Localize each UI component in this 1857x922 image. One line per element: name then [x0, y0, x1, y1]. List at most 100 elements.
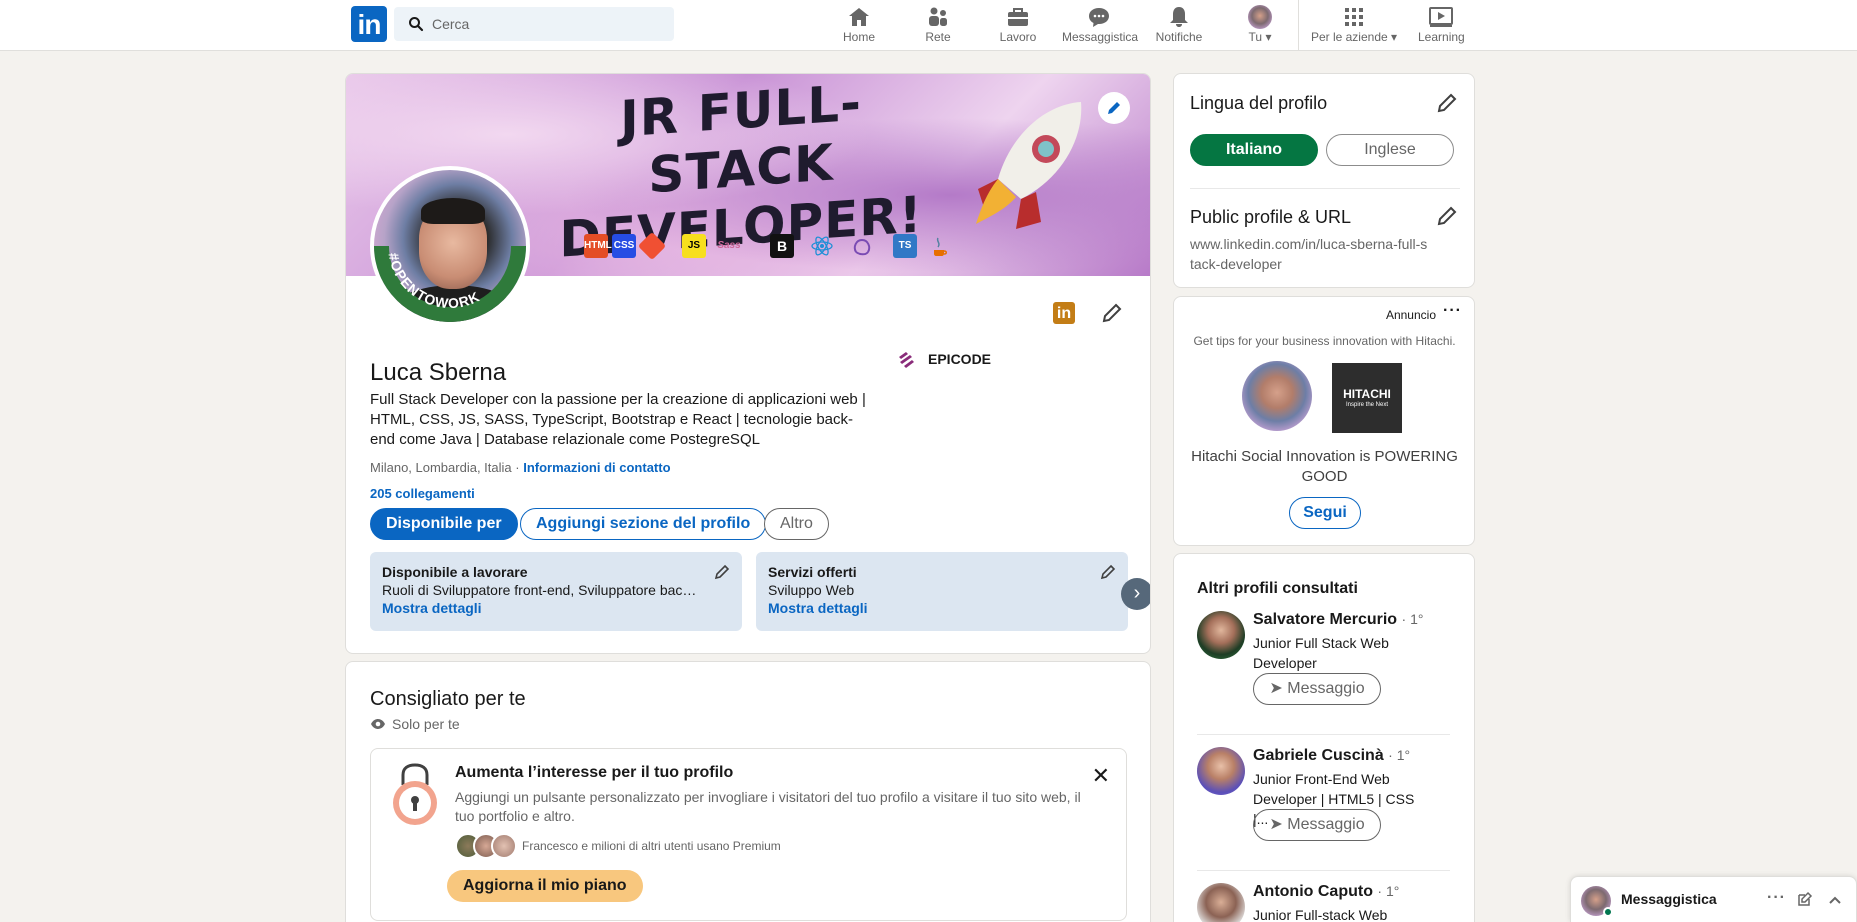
divider [1197, 870, 1450, 871]
avatar [1197, 747, 1245, 795]
premium-promo: Aumenta l’interesse per il tuo profilo A… [370, 748, 1127, 921]
language-italiano-pill[interactable]: Italiano [1190, 134, 1318, 166]
next-arrow-button[interactable]: › [1121, 578, 1150, 610]
nav-for-business-label: Per le aziende ▾ [1310, 30, 1398, 44]
send-icon: ➤ [1269, 680, 1283, 697]
compose-icon[interactable] [1797, 891, 1813, 907]
avatar [1248, 5, 1272, 29]
show-details-link[interactable]: Mostra dettagli [382, 600, 730, 616]
message-button[interactable]: ➤ Messaggio [1253, 673, 1381, 705]
viewed-profile-name: Salvatore Mercurio · 1° [1253, 611, 1424, 628]
upgrade-plan-button[interactable]: Aggiorna il mio piano [447, 870, 643, 902]
caret-down-icon: ▾ [1265, 30, 1272, 44]
linkedin-logo[interactable]: in [351, 6, 387, 42]
tile-title: Disponibile a lavorare [382, 564, 528, 580]
recommended-subtitle: Solo per te [370, 716, 460, 732]
edit-intro-pencil-icon[interactable] [1101, 302, 1123, 324]
public-profile-url[interactable]: www.linkedin.com/in/luca-sberna-full-sta… [1190, 234, 1430, 274]
caret-down-icon: ▾ [1391, 30, 1398, 44]
contact-info-link[interactable]: Informazioni di contatto [523, 460, 670, 475]
pencil-icon[interactable] [1436, 205, 1458, 227]
show-details-link[interactable]: Mostra dettagli [768, 600, 1116, 616]
lock-icon [393, 763, 437, 825]
nav-notifications[interactable]: Notifiche [1154, 4, 1204, 48]
profile-photo[interactable]: #OPENTOWORK [370, 166, 530, 326]
premium-description: Aggiungi un pulsante personalizzato per … [455, 789, 1081, 824]
ad-card: Annuncio ··· Get tips for your business … [1173, 296, 1475, 546]
people-also-viewed-card: Altri profili consultati Salvatore Mercu… [1173, 553, 1475, 922]
nav-notifications-label: Notifiche [1155, 30, 1203, 44]
viewed-profile-name: Antonio Caputo · 1° [1253, 883, 1400, 900]
grid-icon [1345, 8, 1363, 26]
tile-title: Servizi offerti [768, 564, 857, 580]
profile-name: Luca Sberna [370, 359, 507, 386]
html-badge: HTML [584, 234, 612, 258]
chevron-up-icon[interactable] [1827, 892, 1843, 908]
online-status-dot [1603, 907, 1613, 917]
viewed-profile-item[interactable]: Antonio Caputo · 1° Junior Full-stack We… [1197, 883, 1450, 922]
nav-learning-label: Learning [1418, 30, 1465, 44]
search-icon [409, 17, 424, 32]
company-entry[interactable]: EPICODE [896, 349, 991, 369]
nav-messaging-label: Messaggistica [1062, 30, 1139, 44]
pencil-icon[interactable] [714, 564, 730, 580]
premium-users-avatars [455, 833, 517, 859]
people-also-viewed-title: Altri profili consultati [1197, 580, 1358, 597]
ad-label: Annuncio [1385, 308, 1436, 322]
messaging-overlay[interactable]: Messaggistica ··· [1570, 876, 1857, 922]
nav-home[interactable]: Home [842, 4, 876, 48]
viewed-profile-item[interactable]: Salvatore Mercurio · 1° Junior Full Stac… [1197, 611, 1450, 721]
more-options-icon[interactable]: ··· [1767, 889, 1786, 907]
sass-badge: Sass [717, 240, 741, 251]
message-button[interactable]: ➤ Messaggio [1253, 809, 1381, 841]
add-profile-section-button[interactable]: Aggiungi sezione del profilo [520, 508, 767, 540]
ad-tip: Get tips for your business innovation wi… [1193, 334, 1456, 348]
viewed-profile-item[interactable]: Gabriele Cuscinà · 1° Junior Front-End W… [1197, 747, 1450, 857]
messaging-label: Messaggistica [1621, 891, 1717, 907]
bell-icon [1170, 7, 1188, 27]
profile-location: Milano, Lombardia, Italia · Informazioni… [370, 460, 671, 475]
java-icon [934, 237, 947, 256]
open-to-button[interactable]: Disponibile per [370, 508, 518, 540]
close-icon[interactable]: ✕ [1092, 763, 1110, 789]
services-tile[interactable]: Servizi offerti Sviluppo Web Mostra dett… [756, 552, 1128, 631]
nav-learning[interactable]: Learning [1418, 4, 1465, 48]
viewed-profile-headline: Junior Full-stack Web [1253, 907, 1388, 922]
follow-button[interactable]: Segui [1289, 497, 1361, 529]
pencil-icon[interactable] [1436, 92, 1458, 114]
more-button[interactable]: Altro [764, 508, 829, 540]
pencil-icon [1108, 102, 1120, 114]
react-icon [811, 236, 833, 256]
nav-messaging[interactable]: Messaggistica [1062, 4, 1139, 48]
search-input[interactable] [432, 7, 662, 41]
tile-desc: Sviluppo Web [768, 582, 855, 598]
open-to-work-tile[interactable]: Disponibile a lavorare Ruoli di Sviluppa… [370, 552, 742, 631]
profile-language-title: Lingua del profilo [1190, 93, 1328, 113]
nav-for-business[interactable]: Per le aziende ▾ [1310, 4, 1398, 48]
search-box[interactable] [394, 7, 674, 41]
edit-banner-button[interactable] [1098, 92, 1130, 124]
recommended-title: Consigliato per te [370, 688, 526, 710]
divider [1197, 734, 1450, 735]
tile-desc: Ruoli di Sviluppatore front-end, Svilupp… [382, 582, 702, 598]
language-inglese-pill[interactable]: Inglese [1326, 134, 1454, 166]
js-badge: JS [682, 234, 706, 258]
send-icon: ➤ [1269, 816, 1283, 833]
premium-title: Aumenta l’interesse per il tuo profilo [455, 764, 734, 781]
typescript-badge: TS [893, 234, 917, 258]
connections-link[interactable]: 205 collegamenti [370, 486, 475, 501]
nav-jobs[interactable]: Lavoro [996, 4, 1040, 48]
nav-me[interactable]: Tu ▾ [1240, 4, 1280, 48]
profile-headline: Full Stack Developer con la passione per… [370, 391, 866, 448]
hitachi-logo: HITACHI Inspire the Next [1332, 363, 1402, 433]
nav-me-label: Tu ▾ [1248, 30, 1272, 44]
pencil-icon[interactable] [1100, 564, 1116, 580]
more-options-icon[interactable]: ··· [1443, 302, 1462, 320]
epicode-logo-icon [899, 352, 914, 368]
avatar [1242, 361, 1312, 431]
nav-network[interactable]: Rete [925, 4, 951, 48]
divider [1190, 188, 1460, 189]
top-navbar: in Home Rete Lavoro Messaggistica Notifi… [0, 0, 1857, 51]
linkedin-badge-icon[interactable]: in [1053, 302, 1075, 324]
bootstrap-badge: B [770, 234, 794, 258]
